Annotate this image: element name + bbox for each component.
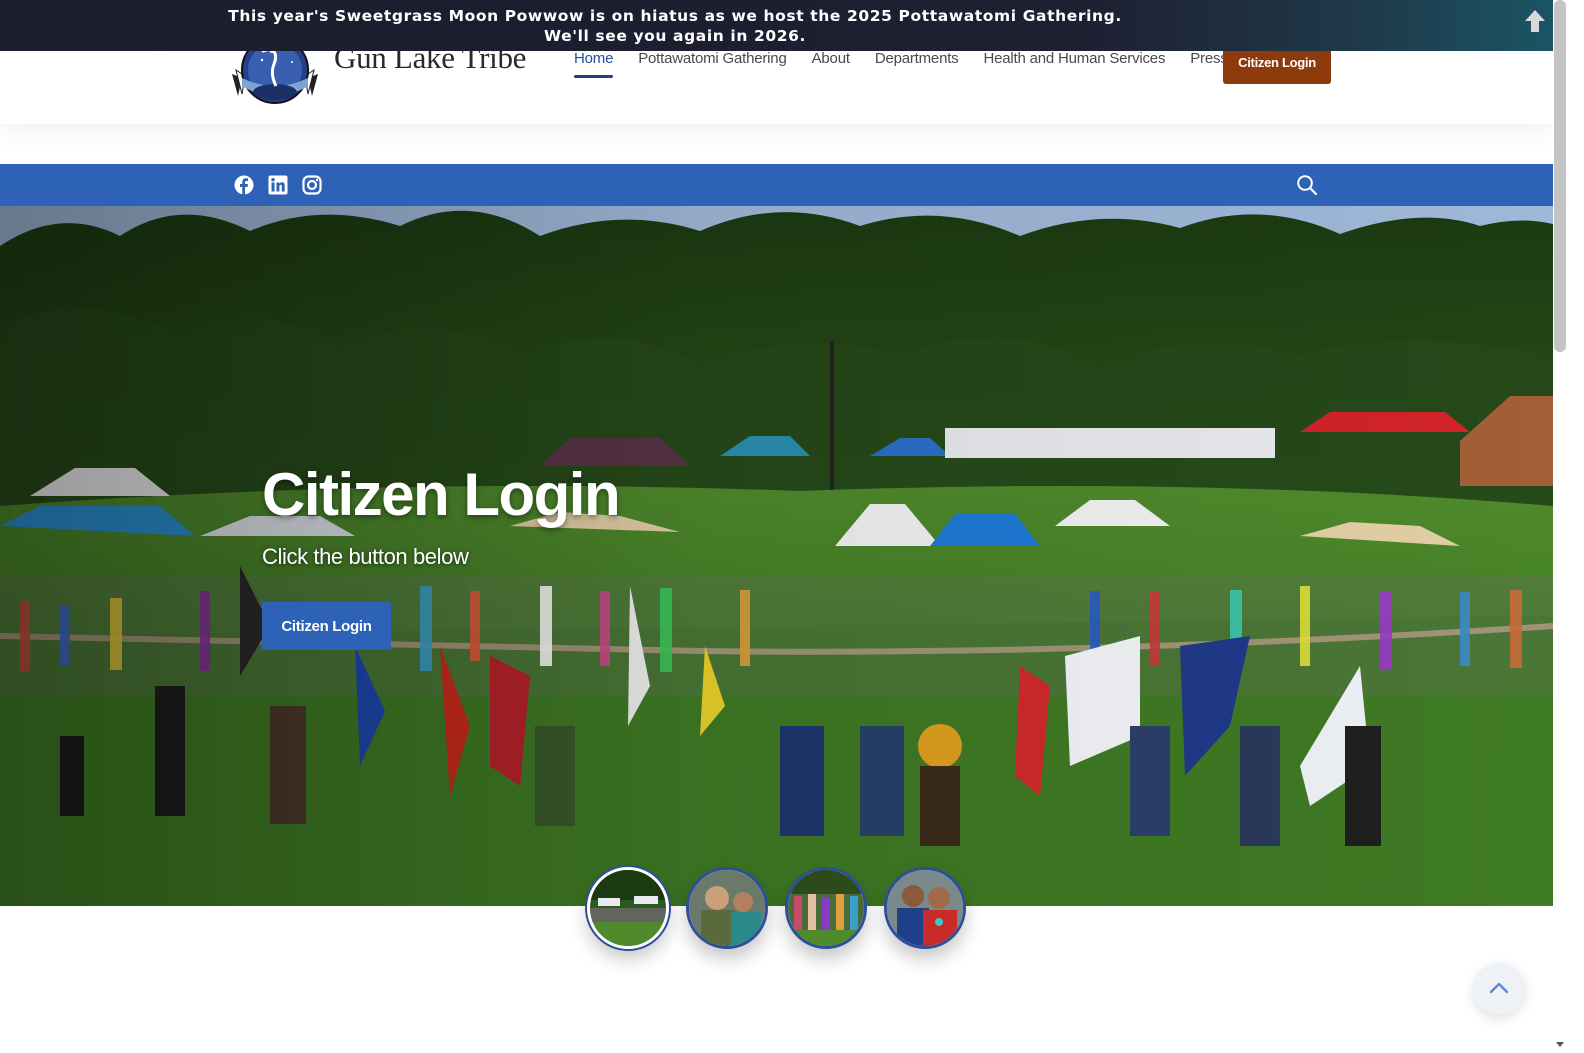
hero-background-image — [0, 206, 1553, 906]
scrollbar-thumb[interactable] — [1554, 0, 1566, 352]
hero-title: Citizen Login — [262, 461, 621, 528]
search-icon[interactable] — [1296, 174, 1318, 196]
nav-pottawatomi-gathering[interactable]: Pottawatomi Gathering — [638, 50, 787, 67]
slide-thumbnail-4[interactable] — [884, 867, 966, 949]
slide-thumbnail-2[interactable] — [686, 867, 768, 949]
nav-health-and-human-services[interactable]: Health and Human Services — [983, 50, 1165, 67]
back-to-top-button[interactable] — [1473, 963, 1525, 1015]
linkedin-icon[interactable] — [268, 175, 288, 195]
scroll-down-icon[interactable] — [1555, 1039, 1565, 1049]
hero-subtitle: Click the button below — [262, 544, 469, 569]
slide-thumbnail-1[interactable] — [587, 867, 669, 949]
announcement-line-2: We'll see you again in 2026. — [544, 27, 806, 45]
announcement-line-1: This year's Sweetgrass Moon Powwow is on… — [228, 7, 1122, 25]
citizen-login-hero-button[interactable]: Citizen Login — [262, 602, 391, 650]
main-nav: Home Pottawatomi Gathering About Departm… — [574, 50, 1253, 78]
hero-slider: Citizen Login Click the button below Cit… — [0, 206, 1553, 906]
arrow-up-icon[interactable] — [1522, 8, 1548, 34]
social-bar — [0, 164, 1553, 206]
instagram-icon[interactable] — [302, 175, 322, 195]
nav-about[interactable]: About — [812, 50, 850, 67]
announcement-bar: This year's Sweetgrass Moon Powwow is on… — [0, 0, 1553, 51]
facebook-icon[interactable] — [234, 175, 254, 195]
nav-departments[interactable]: Departments — [875, 50, 959, 67]
page-scrollbar[interactable] — [1553, 0, 1584, 1053]
slide-thumbnail-3[interactable] — [785, 867, 867, 949]
announcement-message: This year's Sweetgrass Moon Powwow is on… — [200, 6, 1150, 46]
nav-press[interactable]: Press — [1190, 50, 1228, 67]
chevron-up-icon — [1489, 982, 1509, 994]
slider-thumbnails — [587, 867, 983, 949]
nav-home[interactable]: Home — [574, 50, 614, 78]
